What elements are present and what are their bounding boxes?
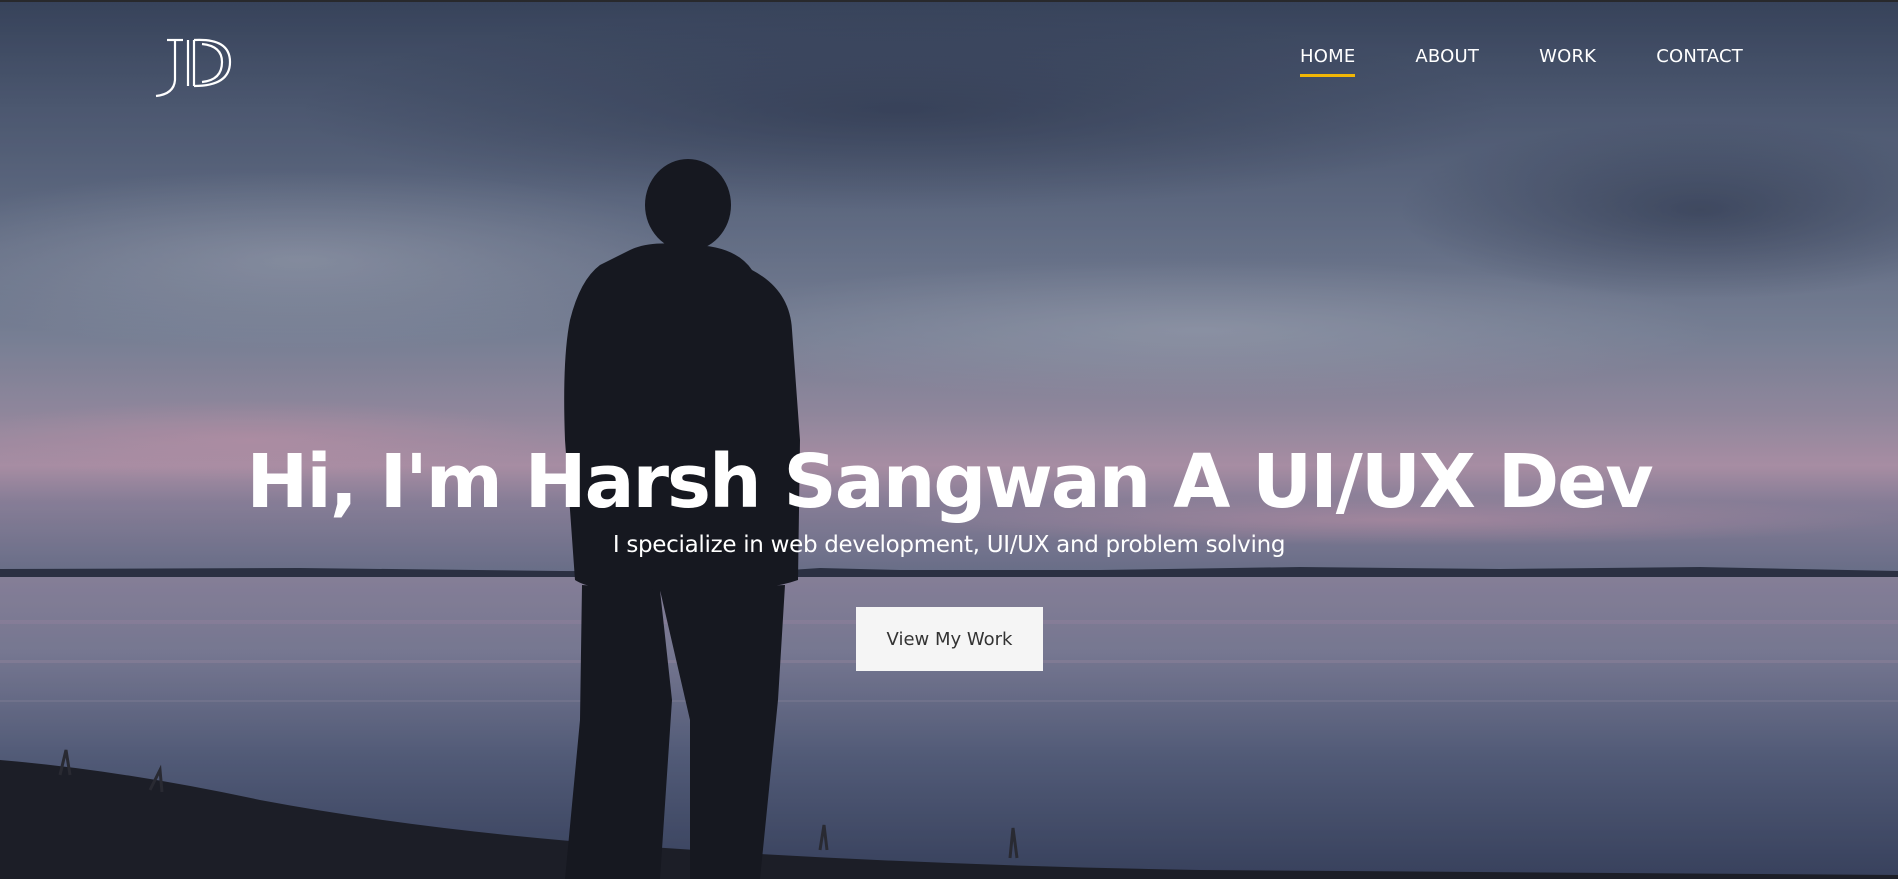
view-my-work-button[interactable]: View My Work: [856, 607, 1043, 671]
logo-icon[interactable]: [150, 34, 240, 100]
main-nav: HOME ABOUT WORK CONTACT: [1300, 46, 1743, 77]
hero-headline: Hi, I'm Harsh Sangwan A UI/UX Dev: [246, 439, 1653, 525]
hero-section: HOME ABOUT WORK CONTACT Hi, I'm Harsh Sa…: [0, 0, 1898, 879]
nav-home[interactable]: HOME: [1300, 46, 1356, 77]
nav-work[interactable]: WORK: [1539, 46, 1596, 67]
nav-contact[interactable]: CONTACT: [1656, 46, 1743, 67]
hero-subtitle: I specialize in web development, UI/UX a…: [612, 532, 1286, 558]
nav-about[interactable]: ABOUT: [1415, 46, 1479, 67]
